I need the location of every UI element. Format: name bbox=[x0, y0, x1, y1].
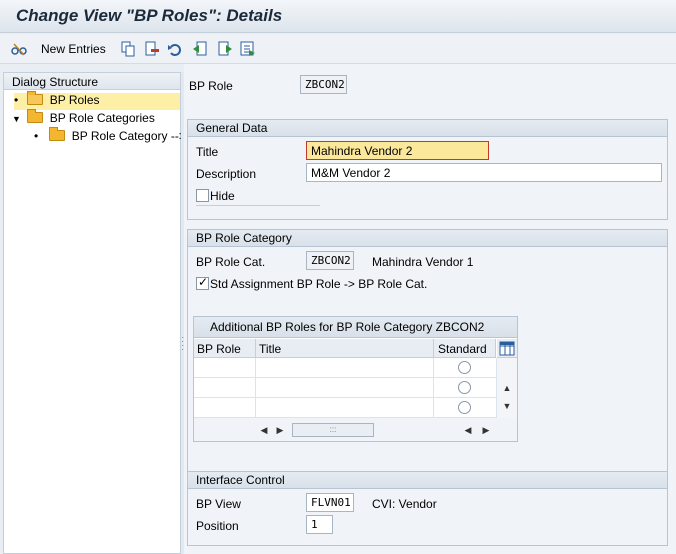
additional-roles-table: Additional BP Roles for BP Role Category… bbox=[193, 316, 518, 442]
folder-icon bbox=[49, 127, 66, 141]
bp-view-input[interactable]: FLVN01 bbox=[306, 493, 354, 512]
glasses-toggle-icon[interactable] bbox=[11, 41, 27, 57]
bp-role-label: BP Role bbox=[189, 79, 233, 93]
new-entries-button[interactable]: New Entries bbox=[41, 42, 106, 56]
table-cell-bp-role[interactable] bbox=[194, 378, 256, 398]
description-label: Description bbox=[196, 167, 257, 181]
scroll-right-icon[interactable]: ▶ bbox=[273, 423, 287, 437]
tree-bullet-icon: • bbox=[14, 93, 19, 107]
tree-item-bp-roles[interactable]: • BP Roles bbox=[14, 91, 180, 110]
position-input[interactable]: 1 bbox=[306, 515, 333, 534]
detail-pane: BP Role ZBCON2 General Data Title Mahind… bbox=[184, 64, 676, 554]
tree-bullet-icon: • bbox=[34, 129, 39, 143]
standard-radio[interactable] bbox=[458, 381, 471, 394]
table-cell-bp-role[interactable] bbox=[194, 398, 256, 418]
window-title: Change View "BP Roles": Details bbox=[16, 6, 283, 25]
standard-radio[interactable] bbox=[458, 401, 471, 414]
tree-item-label: BP Role Categories bbox=[49, 111, 155, 125]
bp-role-cat-label: BP Role Cat. bbox=[196, 255, 266, 269]
column-header-bp-role[interactable]: BP Role bbox=[194, 339, 256, 358]
folder-icon bbox=[27, 109, 44, 123]
scroll-down-icon[interactable]: ▼ bbox=[500, 399, 514, 413]
application-toolbar: New Entries bbox=[0, 34, 676, 64]
std-assignment-checkbox[interactable] bbox=[196, 275, 209, 290]
table-cell-bp-role[interactable] bbox=[194, 358, 256, 378]
bp-role-category-header: BP Role Category bbox=[188, 230, 667, 247]
hide-label: Hide bbox=[210, 189, 235, 203]
table-cell-standard bbox=[434, 358, 497, 378]
dialog-structure-pane: Dialog Structure • BP Roles ▼ BP Role Ca… bbox=[3, 72, 186, 554]
expand-triangle-icon[interactable]: ▼ bbox=[12, 114, 24, 124]
table-settings-icon[interactable] bbox=[497, 339, 517, 358]
table-cell-standard bbox=[434, 378, 497, 398]
table-cell-standard bbox=[434, 398, 497, 418]
general-data-group: General Data Title Mahindra Vendor 2 Des… bbox=[187, 119, 668, 220]
undo-icon[interactable] bbox=[167, 41, 183, 57]
column-header-standard[interactable]: Standard bbox=[434, 339, 496, 358]
divider bbox=[196, 205, 320, 206]
title-label: Title bbox=[196, 145, 219, 159]
tree-item-bp-role-categories[interactable]: ▼ BP Role Categories bbox=[12, 109, 155, 128]
scroll-left-icon[interactable]: ◀ bbox=[461, 423, 475, 437]
table-cell-title[interactable] bbox=[256, 378, 434, 398]
horizontal-scroll-area: ◀ ▶ ::: ◀ ▶ bbox=[194, 418, 517, 441]
title-input[interactable]: Mahindra Vendor 2 bbox=[306, 141, 489, 160]
select-all-icon[interactable] bbox=[240, 41, 256, 57]
bp-role-cat-field[interactable]: ZBCON2 bbox=[306, 251, 354, 270]
tree-item-label: BP Roles bbox=[49, 93, 100, 107]
bp-role-cat-text: Mahindra Vendor 1 bbox=[372, 255, 474, 269]
horizontal-scroll-thumb[interactable]: ::: bbox=[292, 423, 374, 437]
general-data-header: General Data bbox=[188, 120, 667, 137]
standard-radio[interactable] bbox=[458, 361, 471, 374]
description-input[interactable]: M&M Vendor 2 bbox=[306, 163, 662, 182]
column-header-title[interactable]: Title bbox=[256, 339, 434, 358]
hide-checkbox[interactable] bbox=[196, 189, 209, 202]
scroll-up-icon[interactable]: ▲ bbox=[500, 381, 514, 395]
table-title: Additional BP Roles for BP Role Category… bbox=[194, 317, 517, 338]
tree-item-bp-role-category-sub[interactable]: • BP Role Category --> bbox=[34, 127, 186, 146]
table-cell-title[interactable] bbox=[256, 358, 434, 378]
copy-icon[interactable] bbox=[120, 41, 136, 57]
next-entry-icon[interactable] bbox=[217, 41, 233, 57]
tree-item-label: BP Role Category --> bbox=[71, 129, 186, 143]
std-assignment-label: Std Assignment BP Role -> BP Role Cat. bbox=[210, 277, 428, 291]
interface-control-group: Interface Control BP View FLVN01 CVI: Ve… bbox=[187, 471, 668, 546]
table-cell-title[interactable] bbox=[256, 398, 434, 418]
title-bar: Change View "BP Roles": Details bbox=[0, 0, 676, 33]
folder-open-icon bbox=[27, 91, 44, 105]
position-label: Position bbox=[196, 519, 239, 533]
bp-view-label: BP View bbox=[196, 497, 241, 511]
scroll-right-icon[interactable]: ▶ bbox=[479, 423, 493, 437]
dialog-structure-header: Dialog Structure bbox=[4, 73, 180, 90]
previous-entry-icon[interactable] bbox=[192, 41, 208, 57]
vertical-scrollbar[interactable]: ▲ ▼ bbox=[497, 358, 517, 418]
scroll-left-icon[interactable]: ◀ bbox=[257, 423, 271, 437]
bp-role-field[interactable]: ZBCON2 bbox=[300, 75, 347, 94]
interface-control-header: Interface Control bbox=[188, 472, 667, 489]
delete-icon[interactable] bbox=[144, 41, 160, 57]
bp-view-text: CVI: Vendor bbox=[372, 497, 437, 511]
